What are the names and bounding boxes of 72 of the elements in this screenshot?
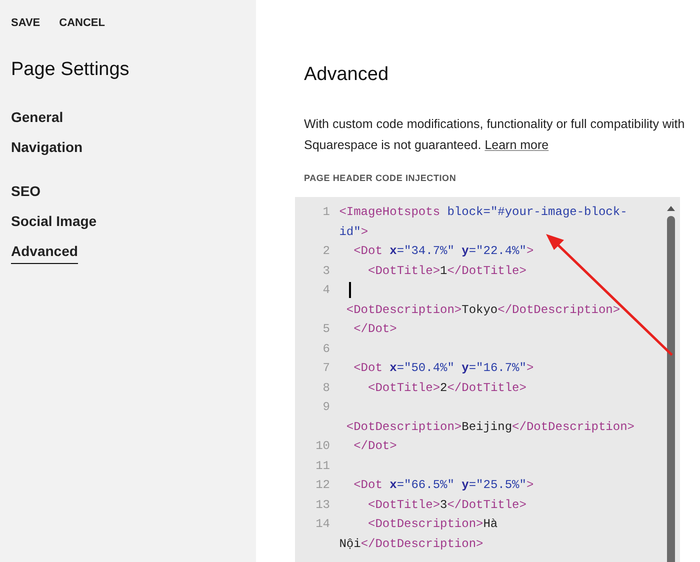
- section-title: Advanced: [304, 64, 390, 86]
- code-token: y: [462, 361, 469, 375]
- sidebar-nav-link[interactable]: General: [11, 109, 64, 129]
- code-token: <DotTitle>: [368, 264, 440, 278]
- line-number: 7: [322, 361, 330, 375]
- header-action-button[interactable]: SAVE: [11, 17, 40, 29]
- code-token: </Dot>: [354, 439, 397, 453]
- code-token: <DotTitle>: [368, 380, 440, 394]
- code-token: 1: [440, 264, 448, 278]
- code-token: <DotDescription>: [346, 420, 462, 434]
- sidebar-nav-link[interactable]: Advanced: [11, 243, 78, 264]
- code-token: ="16.7%": [468, 361, 526, 375]
- sidebar-nav-link[interactable]: Navigation: [11, 139, 83, 159]
- scrollbar-thumb[interactable]: [667, 216, 675, 562]
- line-number: 9: [322, 400, 330, 414]
- code-token: </DotTitle>: [447, 498, 526, 512]
- code-token: block="#your-image-block-: [447, 205, 628, 219]
- line-number: 8: [322, 380, 330, 394]
- line-number: 4: [322, 283, 330, 297]
- code-token: Beijing: [462, 420, 512, 434]
- field-label: PAGE HEADER CODE INJECTION: [304, 173, 458, 183]
- code-token: Hà: [483, 517, 498, 531]
- line-number: 2: [322, 244, 330, 258]
- code-token: >: [526, 244, 534, 258]
- code-token: id": [339, 224, 361, 238]
- line-number: 13: [316, 498, 330, 512]
- code-token: 3: [440, 498, 448, 512]
- line-number: 10: [316, 439, 330, 453]
- code-token: </DotTitle>: [447, 380, 526, 394]
- code-token: >: [526, 361, 534, 375]
- code-token: Nội: [339, 536, 361, 550]
- code-token: y: [462, 244, 469, 258]
- code-token: x: [390, 361, 397, 375]
- code-editor[interactable]: [295, 197, 680, 562]
- code-token: <ImageHotspots: [339, 205, 440, 219]
- line-number: 3: [322, 264, 330, 278]
- code-token: ="50.4%": [396, 361, 454, 375]
- code-token: </Dot>: [354, 322, 397, 336]
- sidebar-nav-link[interactable]: Social Image: [11, 213, 97, 233]
- line-number: 1: [322, 205, 330, 219]
- sidebar-nav-link[interactable]: SEO: [11, 183, 41, 203]
- line-number: 5: [322, 322, 330, 336]
- code-token: </DotDescription>: [512, 420, 634, 434]
- code-token: <DotTitle>: [368, 498, 440, 512]
- code-token: <DotDescription>: [368, 517, 484, 531]
- code-token: <DotDescription>: [346, 302, 462, 316]
- code-token: >: [360, 224, 368, 238]
- code-token: <Dot: [354, 478, 382, 492]
- code-token: x: [390, 244, 397, 258]
- code-token: ="22.4%": [468, 244, 526, 258]
- code-token: <Dot: [354, 244, 382, 258]
- learn-more-link[interactable]: Learn more: [484, 138, 549, 152]
- code-token: ="25.5%": [468, 478, 526, 492]
- code-token: >: [526, 478, 534, 492]
- code-token: </DotTitle>: [447, 264, 526, 278]
- code-token: 2: [440, 380, 448, 394]
- code-token: Tokyo: [462, 302, 498, 316]
- line-number: 6: [322, 342, 330, 356]
- code-token: </DotDescription>: [360, 536, 484, 550]
- line-number: 12: [316, 478, 330, 492]
- scroll-up-icon[interactable]: [667, 206, 675, 211]
- code-token: <Dot: [354, 361, 382, 375]
- code-token: y: [462, 478, 469, 492]
- code-token: ="34.7%": [396, 244, 454, 258]
- line-number: 14: [316, 517, 330, 531]
- notice-text: With custom code modifications, functionality or full compatibility with Squarespace is not guaranteed. Learn more: [304, 116, 686, 154]
- sidebar-title: Page Settings: [11, 59, 130, 81]
- code-token: </DotDescription>: [498, 302, 620, 316]
- code-token: x: [390, 478, 397, 492]
- code-token: ="66.5%": [396, 478, 454, 492]
- line-number: 11: [316, 458, 330, 472]
- header-action-button[interactable]: CANCEL: [59, 17, 105, 29]
